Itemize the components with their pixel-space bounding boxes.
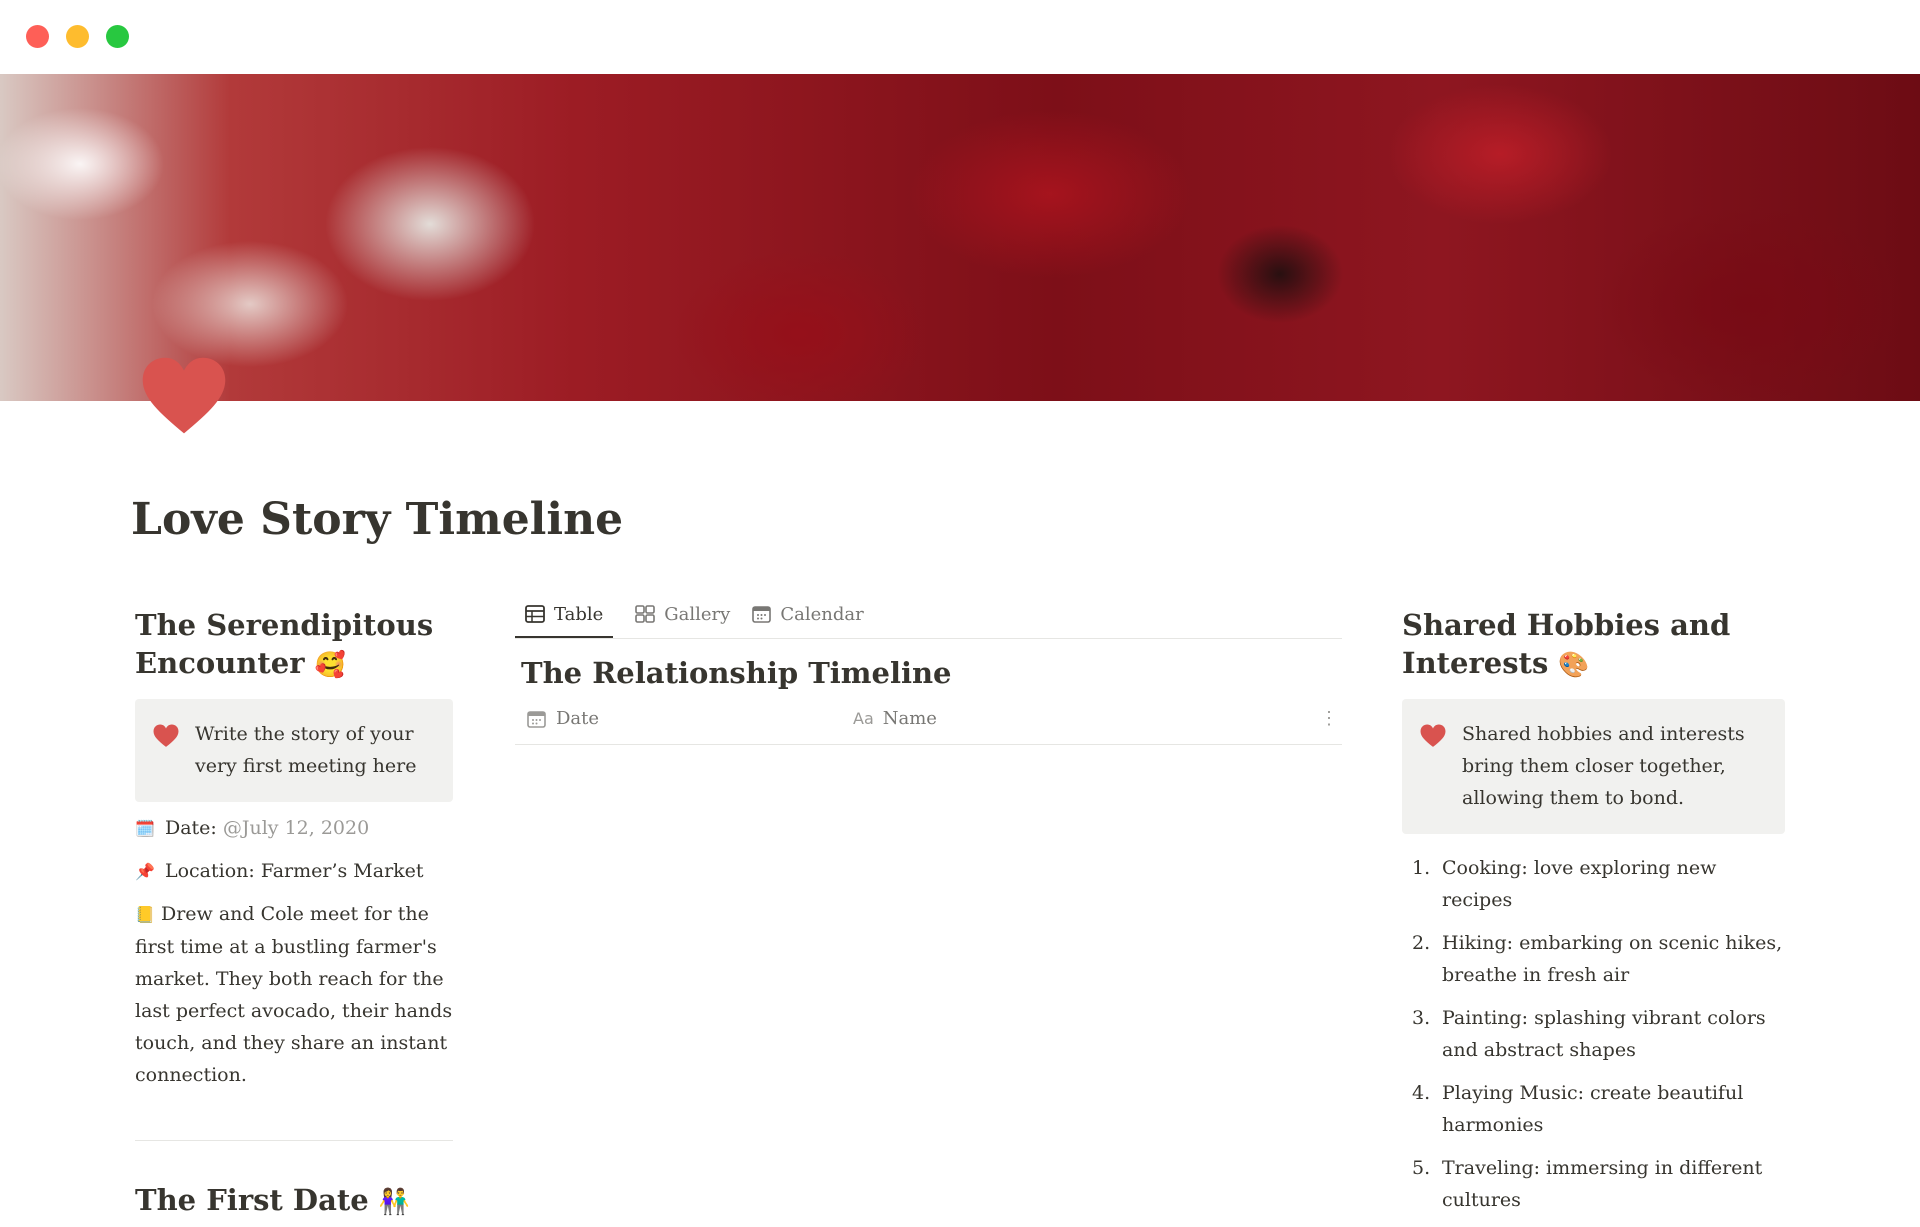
hobbies-list: 1. Cooking: love exploring new recipes 2.… (1402, 852, 1785, 1216)
date-label: Date: (164, 817, 217, 839)
list-text: Painting: splashing vibrant colors and a… (1442, 1007, 1766, 1061)
heading-line: Encounter (135, 646, 305, 680)
gallery-icon (635, 605, 656, 623)
maximize-window-button[interactable] (106, 25, 129, 48)
tab-gallery[interactable]: Gallery (635, 592, 730, 636)
view-tabs: Table Gallery Calendar (515, 592, 1342, 639)
tab-label: Gallery (664, 603, 731, 625)
heart-icon (142, 357, 226, 434)
page-title[interactable]: Love Story Timeline (131, 494, 623, 545)
text-icon: Aa (853, 709, 874, 728)
tab-calendar[interactable]: Calendar (752, 592, 864, 636)
minimize-window-button[interactable] (66, 25, 89, 48)
list-number: 3. (1412, 1007, 1431, 1029)
table-header: Date Aa Name ⋮ (515, 702, 1342, 745)
close-window-button[interactable] (26, 25, 49, 48)
section-heading-first-date[interactable]: The First Date 👫 (135, 1181, 453, 1221)
divider (135, 1140, 453, 1141)
notebook-icon: 📒 (135, 905, 155, 924)
location-label: Location: Farmer’s Market (164, 860, 424, 882)
list-number: 1. (1412, 857, 1431, 879)
database-title[interactable]: The Relationship Timeline (521, 654, 1342, 692)
list-item[interactable]: 2. Hiking: embarking on scenic hikes, bre… (1402, 927, 1785, 991)
date-property: 🗓️ Date: @July 12, 2020 (135, 812, 453, 845)
callout-block[interactable]: Shared hobbies and interests bring them … (1402, 699, 1785, 834)
column-label: Date (556, 708, 600, 729)
column-header-date[interactable]: Date (527, 708, 599, 729)
location-property: 📌 Location: Farmer’s Market (135, 855, 453, 888)
section-heading-hobbies[interactable]: Shared Hobbies and Interests 🎨 (1402, 606, 1785, 684)
more-options-icon[interactable]: ⋮ (1320, 708, 1338, 729)
callout-text: Shared hobbies and interests bring them … (1462, 723, 1745, 809)
page-cover-image[interactable] (0, 74, 1920, 401)
date-mention[interactable]: @July 12, 2020 (223, 817, 369, 839)
list-item[interactable]: 1. Cooking: love exploring new recipes (1402, 852, 1785, 916)
list-text: Cooking: love exploring new recipes (1442, 857, 1717, 911)
callout-text: Write the story of your very first meeti… (195, 723, 417, 777)
callout-block[interactable]: Write the story of your very first meeti… (135, 699, 453, 802)
list-text: Hiking: embarking on scenic hikes, breat… (1442, 932, 1783, 986)
heading-line: The Serendipitous (135, 608, 434, 642)
pushpin-icon: 📌 (135, 862, 155, 881)
tab-label: Calendar (780, 603, 864, 625)
calendar-icon: 🗓️ (135, 819, 155, 838)
heart-icon (1420, 724, 1446, 747)
heading-line: The First Date (135, 1183, 369, 1217)
section-heading-encounter[interactable]: The Serendipitous Encounter 🥰 (135, 606, 453, 684)
list-text: Playing Music: create beautiful harmonie… (1442, 1082, 1744, 1136)
table-icon (525, 605, 545, 623)
heart-icon (153, 724, 179, 747)
window-titlebar (0, 0, 1920, 74)
smiling-face-with-hearts-icon: 🥰 (314, 650, 346, 679)
list-item[interactable]: 4. Playing Music: create beautiful harmon… (1402, 1077, 1785, 1141)
list-text: Traveling: immersing in different cultur… (1442, 1157, 1763, 1211)
story-paragraph[interactable]: 📒 Drew and Cole meet for the first time … (135, 898, 453, 1091)
database-view: Table Gallery Calendar The Relationship … (515, 592, 1342, 745)
calendar-icon (752, 606, 772, 623)
column-header-name[interactable]: Aa Name (853, 708, 937, 729)
tab-label: Table (554, 603, 604, 625)
couple-icon: 👫 (378, 1187, 410, 1216)
tab-table[interactable]: Table (515, 592, 614, 638)
story-text: Drew and Cole meet for the first time at… (135, 903, 453, 1086)
list-number: 5. (1412, 1157, 1431, 1179)
right-column: Shared Hobbies and Interests 🎨 Shared ho… (1402, 606, 1785, 1227)
page-icon[interactable] (141, 356, 227, 442)
list-number: 4. (1412, 1082, 1431, 1104)
list-item[interactable]: 5. Traveling: immersing in different cult… (1402, 1152, 1785, 1216)
calendar-icon (527, 710, 546, 728)
list-number: 2. (1412, 932, 1431, 954)
left-column: The Serendipitous Encounter 🥰 Write the … (135, 606, 453, 1221)
column-label: Name (882, 708, 937, 729)
heading-line: Interests (1402, 646, 1549, 680)
palette-icon: 🎨 (1558, 650, 1590, 679)
list-item[interactable]: 3. Painting: splashing vibrant colors and… (1402, 1002, 1785, 1066)
heading-line: Shared Hobbies and (1402, 608, 1731, 642)
